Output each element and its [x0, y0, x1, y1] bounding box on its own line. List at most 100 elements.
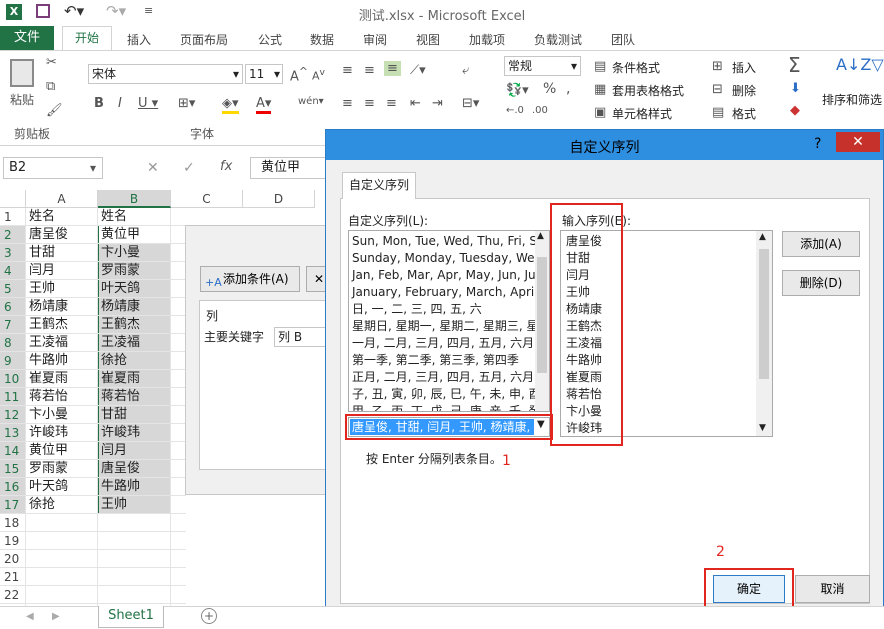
bold-icon[interactable]: B	[94, 96, 104, 111]
cell-a[interactable]: 蒋若怡	[26, 388, 98, 406]
table-format-icon[interactable]: ▦	[594, 82, 606, 97]
fill-color-icon[interactable]: ◈▾	[222, 96, 239, 114]
cell-b[interactable]: 许峻玮	[98, 424, 171, 442]
cell-a[interactable]	[26, 586, 98, 604]
cell-a[interactable]: 王凌福	[26, 334, 98, 352]
cell-b[interactable]: 崔夏雨	[98, 370, 171, 388]
currency-icon[interactable]: 💱▾	[506, 83, 529, 98]
cell-a[interactable]: 王帅	[26, 280, 98, 298]
tab-insert[interactable]: 插入	[127, 31, 151, 48]
row-header[interactable]: 22	[0, 586, 26, 604]
increase-decimal-icon[interactable]: ←.0	[506, 105, 524, 116]
delete-cells-icon[interactable]: ⊟	[712, 82, 723, 97]
tab-team[interactable]: 团队	[611, 31, 635, 48]
fill-icon[interactable]: ⬇	[790, 81, 801, 96]
cell-a[interactable]	[26, 550, 98, 568]
column-header-d[interactable]: D	[243, 190, 315, 208]
tab-view[interactable]: 视图	[416, 31, 440, 48]
help-icon[interactable]: ?	[814, 136, 821, 152]
align-left-icon[interactable]: ≡	[342, 96, 353, 111]
cell-b[interactable]: 姓名	[98, 208, 171, 226]
cell-b[interactable]: 甘甜	[98, 406, 171, 424]
cell-a[interactable]: 卞小曼	[26, 406, 98, 424]
custom-list-item[interactable]: Jan, Feb, Mar, Apr, May, Jun, Ju	[352, 267, 536, 284]
cell-b[interactable]	[98, 532, 171, 550]
underline-icon[interactable]: U ▾	[138, 96, 158, 111]
table-format-button[interactable]: 套用表格格式	[612, 82, 684, 99]
cell-a[interactable]: 许峻玮	[26, 424, 98, 442]
tab-review[interactable]: 审阅	[363, 31, 387, 48]
entries-scrollbar[interactable]: ▲ ▼	[756, 231, 772, 436]
format-cells-button[interactable]: 格式	[732, 105, 756, 122]
align-center-icon[interactable]: ≡	[364, 96, 375, 111]
custom-lists-scrollbar[interactable]: ▲	[535, 231, 549, 411]
cell-style-icon[interactable]: ▣	[594, 105, 606, 120]
cell-b[interactable]: 牛路帅	[98, 478, 171, 496]
column-header-b[interactable]: B	[98, 190, 171, 208]
custom-list-item[interactable]: Sunday, Monday, Tuesday, Wed	[352, 250, 542, 267]
add-condition-button[interactable]: +A 添加条件(A)	[200, 266, 300, 292]
cell-b[interactable]: 闫月	[98, 442, 171, 460]
custom-list-item[interactable]: 子, 丑, 寅, 卯, 辰, 巳, 午, 未, 申, 酉	[352, 386, 541, 403]
wrap-text-icon[interactable]: ⤶	[462, 63, 469, 78]
custom-list-item[interactable]: Sun, Mon, Tue, Wed, Thu, Fri, S	[352, 233, 537, 250]
font-size-select[interactable]: 11 ▾	[245, 64, 283, 84]
row-header[interactable]: 12	[0, 406, 26, 424]
cell-b[interactable]: 徐抢	[98, 352, 171, 370]
cell-a[interactable]: 罗雨蒙	[26, 460, 98, 478]
row-header[interactable]: 14	[0, 442, 26, 460]
row-header[interactable]: 6	[0, 298, 26, 316]
sheet-tab-sheet1[interactable]: Sheet1	[98, 606, 164, 628]
add-button[interactable]: 添加(A)	[782, 231, 860, 257]
insert-cells-button[interactable]: 插入	[732, 59, 756, 76]
cell-b[interactable]: 卞小曼	[98, 244, 171, 262]
row-header[interactable]: 19	[0, 532, 26, 550]
shrink-font-icon[interactable]: Av	[312, 67, 325, 83]
border-icon[interactable]: ⊞▾	[178, 96, 195, 111]
row-header[interactable]: 8	[0, 334, 26, 352]
custom-list-item[interactable]: 星期日, 星期一, 星期二, 星期三, 星	[352, 318, 539, 335]
cancel-button[interactable]: 取消	[795, 575, 870, 603]
cell-b[interactable]: 王帅	[98, 496, 171, 514]
custom-list-item[interactable]: 正月, 二月, 三月, 四月, 五月, 六月,	[352, 369, 538, 386]
paste-icon[interactable]	[10, 59, 34, 87]
cell-a[interactable]: 徐抢	[26, 496, 98, 514]
cell-a[interactable]	[26, 532, 98, 550]
scroll-sheets-left-icon[interactable]: ◀	[26, 611, 34, 622]
scroll-thumb[interactable]	[537, 257, 547, 373]
align-middle-icon[interactable]: ≡	[364, 63, 375, 78]
column-header-a[interactable]: A	[26, 190, 98, 208]
cut-icon[interactable]: ✂	[46, 55, 57, 70]
align-top-icon[interactable]: ≡	[342, 63, 353, 78]
row-header[interactable]: 7	[0, 316, 26, 334]
cell-a[interactable]: 杨靖康	[26, 298, 98, 316]
autosum-icon[interactable]: Σ	[788, 53, 801, 77]
paste-label[interactable]: 粘贴	[10, 91, 34, 108]
cell-a[interactable]: 甘甜	[26, 244, 98, 262]
row-header[interactable]: 20	[0, 550, 26, 568]
row-header[interactable]: 10	[0, 370, 26, 388]
row-header[interactable]: 5	[0, 280, 26, 298]
cell-a[interactable]	[26, 514, 98, 532]
custom-list-item[interactable]: 第一季, 第二季, 第三季, 第四季	[352, 352, 519, 369]
scroll-up-icon[interactable]: ▲	[537, 231, 544, 241]
name-box[interactable]: B2	[3, 157, 103, 179]
cell-b[interactable]	[98, 568, 171, 586]
cell-a[interactable]: 崔夏雨	[26, 370, 98, 388]
custom-list-item[interactable]: January, February, March, April	[352, 284, 538, 301]
cancel-entry-icon[interactable]: ✕	[147, 160, 159, 176]
insert-function-icon[interactable]: fx	[220, 159, 232, 174]
name-box-dropdown-icon[interactable]: ▾	[90, 161, 96, 175]
scroll-sheets-right-icon[interactable]: ▶	[52, 611, 60, 622]
tab-data[interactable]: 数据	[310, 31, 334, 48]
cell-b[interactable]: 王鹤杰	[98, 316, 171, 334]
insert-cells-icon[interactable]: ⊞	[712, 59, 723, 74]
cell-b[interactable]: 叶天鸽	[98, 280, 171, 298]
format-cells-icon[interactable]: ▤	[712, 105, 724, 120]
cell-b[interactable]: 唐呈俊	[98, 460, 171, 478]
cell-a[interactable]: 黄位甲	[26, 442, 98, 460]
cell-a[interactable]: 叶天鸽	[26, 478, 98, 496]
tab-addins[interactable]: 加载项	[469, 31, 505, 48]
custom-list-item[interactable]: 甲, 乙, 丙, 丁, 戊, 己, 庚, 辛, 壬, 癸	[352, 403, 541, 411]
delete-button[interactable]: 删除(D)	[782, 270, 860, 296]
